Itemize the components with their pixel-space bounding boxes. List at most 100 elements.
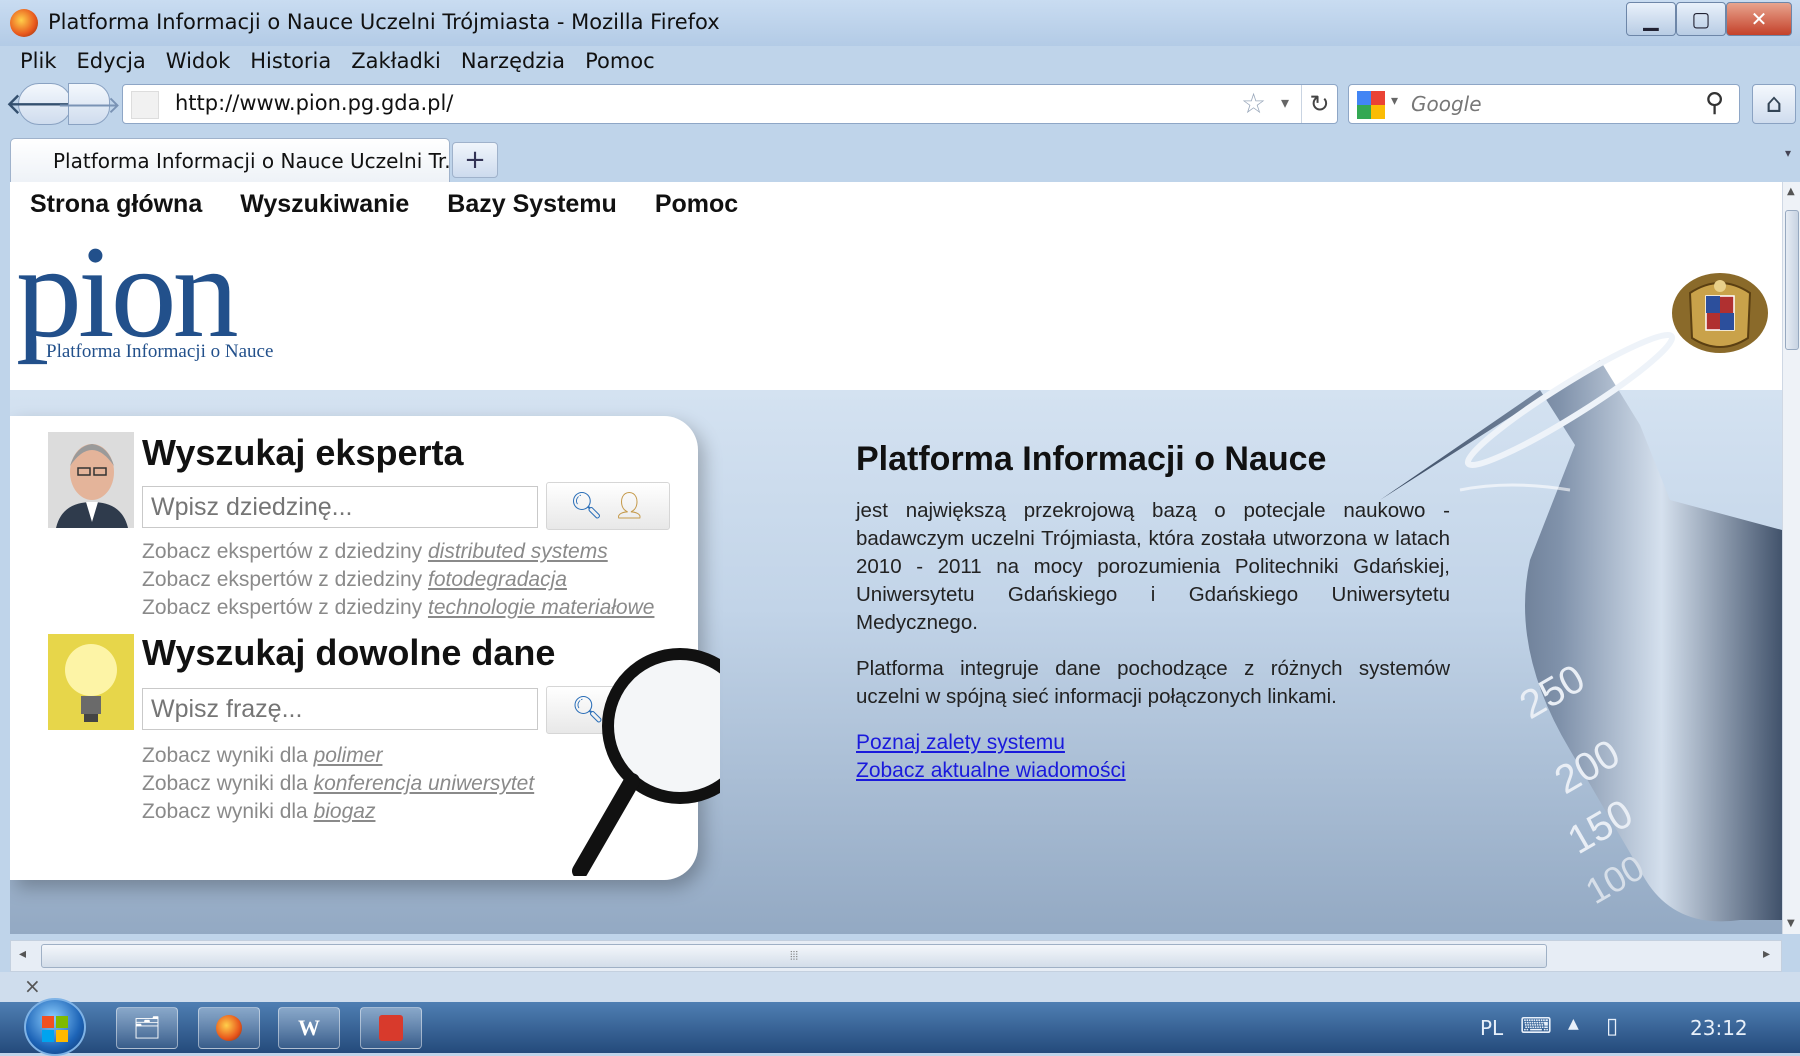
home-icon: ⌂ bbox=[1765, 89, 1783, 119]
history-dropdown-icon[interactable]: ▾ bbox=[1281, 93, 1289, 112]
system-advantages-link[interactable]: Poznaj zalety systemu bbox=[856, 729, 1450, 757]
scroll-down-icon[interactable]: ▼ bbox=[1787, 918, 1795, 929]
close-addon-bar-button[interactable]: × bbox=[24, 974, 41, 998]
data-suggestion: Zobacz wyniki dla konferencja uniwersyte… bbox=[142, 772, 535, 795]
site-identity-icon[interactable] bbox=[131, 91, 159, 119]
word-icon: W bbox=[298, 1015, 320, 1040]
home-button[interactable]: ⌂ bbox=[1752, 84, 1796, 124]
data-search-title: Wyszukaj dowolne dane bbox=[142, 632, 556, 673]
taskbar-pdf-reader[interactable] bbox=[360, 1007, 422, 1049]
menu-plik[interactable]: Plik bbox=[20, 49, 57, 73]
start-button[interactable] bbox=[24, 998, 86, 1056]
expert-search-button[interactable]: 🔍︎ 👤︎ bbox=[546, 482, 670, 530]
search-icon: 🔍︎ bbox=[569, 491, 603, 521]
taskbar: 🗂︎ W PL ⌨ ▲ ▯ 23:12 bbox=[0, 998, 1800, 1056]
search-icon[interactable]: ⚲ bbox=[1705, 88, 1724, 118]
engine-dropdown-icon[interactable]: ▾ bbox=[1391, 93, 1398, 109]
menu-widok[interactable]: Widok bbox=[166, 49, 230, 73]
magnifier-illustration bbox=[572, 648, 720, 876]
expert-suggestion-link[interactable]: fotodegradacja bbox=[428, 568, 567, 591]
expert-field-input[interactable] bbox=[142, 486, 538, 528]
news-link[interactable]: Zobacz aktualne wiadomości bbox=[856, 757, 1450, 785]
expert-search-title: Wyszukaj eksperta bbox=[142, 432, 464, 473]
info-paragraph: Platforma integruje dane pochodzące z ró… bbox=[856, 657, 1450, 708]
menu-narzedzia[interactable]: Narzędzia bbox=[461, 49, 565, 73]
expert-suggestion: Zobacz ekspertów z dziedziny fotodegrada… bbox=[142, 568, 567, 591]
vertical-scroll-thumb[interactable] bbox=[1785, 210, 1799, 350]
horizontal-scroll-thumb[interactable]: ⦙⦙⦙ bbox=[41, 944, 1547, 968]
search-bar[interactable]: ▾ Google ⚲ bbox=[1348, 84, 1740, 124]
menu-bar: Plik Edycja Widok Historia Zakładki Narz… bbox=[0, 44, 655, 78]
url-text[interactable]: http://www.pion.pg.gda.pl/ bbox=[175, 91, 453, 115]
person-icon: 👤︎ bbox=[613, 491, 647, 521]
scroll-up-icon[interactable]: ▲ bbox=[1787, 186, 1795, 197]
menu-edycja[interactable]: Edycja bbox=[77, 49, 146, 73]
data-suggestion-link[interactable]: polimer bbox=[314, 744, 383, 767]
phrase-search-input[interactable] bbox=[142, 688, 538, 730]
vertical-scrollbar[interactable]: ▲ ▼ bbox=[1782, 182, 1800, 934]
nav-wyszukiwanie[interactable]: Wyszukiwanie bbox=[240, 190, 409, 219]
menu-zakladki[interactable]: Zakładki bbox=[351, 49, 441, 73]
tab-title: Platforma Informacji o Nauce Uczelni Tr.… bbox=[53, 149, 464, 173]
menu-historia[interactable]: Historia bbox=[250, 49, 331, 73]
arrow-right-icon: 🡒 bbox=[56, 90, 122, 119]
data-suggestion: Zobacz wyniki dla biogaz bbox=[142, 800, 376, 823]
expert-suggestion: Zobacz ekspertów z dziedziny technologie… bbox=[142, 596, 655, 619]
battery-icon[interactable]: ▯ bbox=[1606, 1014, 1618, 1039]
menu-pomoc[interactable]: Pomoc bbox=[585, 49, 655, 73]
search-panel: Wyszukaj eksperta 🔍︎ 👤︎ Zobacz ekspertów… bbox=[10, 416, 720, 880]
taskbar-explorer[interactable]: 🗂︎ bbox=[116, 1007, 178, 1049]
nav-bazy-systemu[interactable]: Bazy Systemu bbox=[447, 190, 617, 219]
info-title: Platforma Informacji o Nauce bbox=[856, 440, 1327, 478]
expert-suggestion-link[interactable]: distributed systems bbox=[428, 540, 608, 563]
expert-suggestion-link[interactable]: technologie materiałowe bbox=[428, 596, 654, 619]
pdf-reader-icon bbox=[379, 1015, 403, 1041]
page-content: Strona główna Wyszukiwanie Bazy Systemu … bbox=[10, 182, 1782, 934]
minimize-button[interactable]: ▁ bbox=[1626, 2, 1676, 36]
logo-subtitle: Platforma Informacji o Nauce bbox=[46, 341, 274, 362]
taskbar-firefox[interactable] bbox=[198, 1007, 260, 1049]
hero-banner: 250 200 150 100 Wyszukaj eksperta 🔍︎ 👤︎ bbox=[10, 331, 1782, 934]
status-bar: × bbox=[0, 972, 1800, 1002]
forward-button[interactable]: 🡒 bbox=[57, 83, 121, 125]
data-suggestion: Zobacz wyniki dla polimer bbox=[142, 744, 383, 767]
taskbar-word[interactable]: W bbox=[278, 1007, 340, 1049]
tab-pion[interactable]: Platforma Informacji o Nauce Uczelni Tr.… bbox=[10, 138, 463, 182]
clock[interactable]: 23:12 bbox=[1690, 1016, 1748, 1040]
horizontal-scrollbar[interactable]: ◂ ⦙⦙⦙ ▸ bbox=[10, 940, 1782, 972]
lightbulb-icon bbox=[48, 634, 134, 730]
bookmark-star-icon[interactable]: ☆ bbox=[1241, 87, 1266, 120]
reload-icon: ↻ bbox=[1309, 90, 1330, 118]
navigation-toolbar: 🡐 🡒 http://www.pion.pg.gda.pl/ ☆ ▾ ↻ ▾ G… bbox=[0, 80, 1800, 130]
language-indicator[interactable]: PL bbox=[1480, 1016, 1503, 1040]
close-window-button[interactable]: ✕ bbox=[1726, 2, 1792, 36]
scroll-right-icon[interactable]: ▸ bbox=[1763, 946, 1770, 962]
expert-photo bbox=[48, 432, 134, 528]
windows-explorer-icon: 🗂︎ bbox=[133, 1015, 161, 1041]
show-hidden-icons-icon[interactable]: ▲ bbox=[1568, 1016, 1579, 1032]
nav-strona-glowna[interactable]: Strona główna bbox=[30, 190, 202, 219]
pion-logo[interactable]: pion Platforma Informacji o Nauce bbox=[16, 226, 336, 366]
window-titlebar: Platforma Informacji o Nauce Uczelni Tró… bbox=[0, 0, 1800, 46]
new-tab-button[interactable]: + bbox=[452, 142, 498, 178]
data-suggestion-link[interactable]: biogaz bbox=[314, 800, 376, 823]
address-bar[interactable]: http://www.pion.pg.gda.pl/ ☆ ▾ ↻ bbox=[122, 84, 1338, 124]
keyboard-icon[interactable]: ⌨ bbox=[1520, 1014, 1552, 1039]
data-suggestion-link[interactable]: konferencja uniwersytet bbox=[314, 772, 535, 795]
system-tray: PL ⌨ ▲ ▯ 23:12 bbox=[1476, 1002, 1800, 1053]
tab-list-icon[interactable]: ▾ bbox=[1785, 146, 1791, 160]
logo-wordmark: pion bbox=[16, 218, 239, 365]
firefox-icon bbox=[10, 9, 38, 37]
info-section: Platforma Informacji o Nauce jest najwię… bbox=[856, 440, 1450, 785]
firefox-icon bbox=[216, 1015, 242, 1041]
window-title: Platforma Informacji o Nauce Uczelni Tró… bbox=[48, 10, 720, 34]
reload-button[interactable]: ↻ bbox=[1301, 85, 1337, 123]
info-paragraph: jest największą przekrojową bazą o potec… bbox=[856, 499, 1450, 634]
scroll-left-icon[interactable]: ◂ bbox=[19, 946, 26, 962]
google-engine-icon[interactable] bbox=[1357, 91, 1385, 119]
nav-pomoc[interactable]: Pomoc bbox=[655, 190, 738, 219]
search-placeholder[interactable]: Google bbox=[1411, 92, 1482, 116]
tab-strip: Platforma Informacji o Nauce Uczelni Tr.… bbox=[0, 136, 1800, 182]
maximize-button[interactable]: ▢ bbox=[1676, 2, 1726, 36]
site-navigation: Strona główna Wyszukiwanie Bazy Systemu … bbox=[30, 190, 738, 219]
